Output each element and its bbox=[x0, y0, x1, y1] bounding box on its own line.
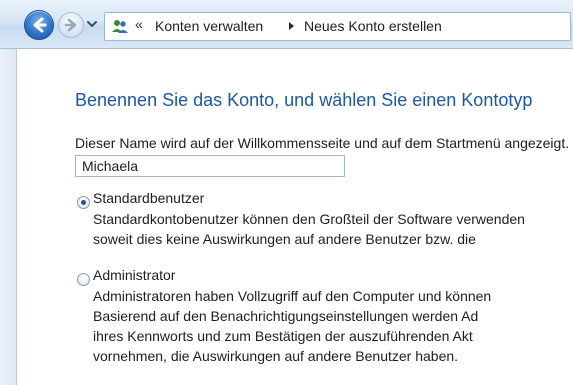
back-arrow-icon bbox=[33, 17, 47, 33]
forward-arrow-icon bbox=[64, 18, 77, 32]
content-area: Benennen Sie das Konto, und wählen Sie e… bbox=[17, 49, 573, 385]
breadcrumb-item-neues-konto-erstellen[interactable]: Neues Konto erstellen bbox=[304, 18, 442, 34]
standard-user-radio[interactable] bbox=[77, 196, 90, 209]
back-button[interactable] bbox=[24, 10, 54, 40]
users-icon bbox=[112, 20, 128, 33]
administrator-desc-line-3: ihres Kennworts und zum Bestätigen der a… bbox=[93, 328, 473, 344]
administrator-radio[interactable] bbox=[77, 273, 90, 286]
breadcrumb-item-konten-verwalten[interactable]: Konten verwalten bbox=[155, 18, 263, 34]
page-title: Benennen Sie das Konto, und wählen Sie e… bbox=[75, 90, 533, 110]
chevron-down-icon[interactable] bbox=[86, 18, 98, 30]
address-bar[interactable]: « Konten verwalten Neues Konto erstellen bbox=[104, 12, 571, 41]
administrator-desc-line-4: vornehmen, die Auswirkungen auf andere B… bbox=[93, 348, 459, 364]
page-description: Dieser Name wird auf der Willkommensseit… bbox=[75, 135, 570, 151]
administrator-desc-line-2: Basierend auf den Benachrichtigungseinst… bbox=[93, 308, 479, 324]
account-name-input[interactable] bbox=[75, 155, 345, 177]
chevron-right-icon[interactable] bbox=[288, 21, 296, 31]
forward-button[interactable] bbox=[58, 12, 84, 38]
standard-user-desc-line-2: soweit dies keine Auswirkungen auf ander… bbox=[93, 231, 476, 247]
administrator-label[interactable]: Administrator bbox=[93, 267, 175, 283]
administrator-desc-line-1: Administratoren haben Vollzugriff auf de… bbox=[93, 288, 492, 304]
navigation-bar: « Konten verwalten Neues Konto erstellen bbox=[0, 0, 573, 49]
standard-user-label[interactable]: Standardbenutzer bbox=[93, 190, 204, 206]
left-pane-edge bbox=[0, 49, 17, 385]
breadcrumb-overflow[interactable]: « bbox=[135, 16, 143, 32]
standard-user-desc-line-1: Standardkontobenutzer können den Großtei… bbox=[93, 211, 525, 227]
